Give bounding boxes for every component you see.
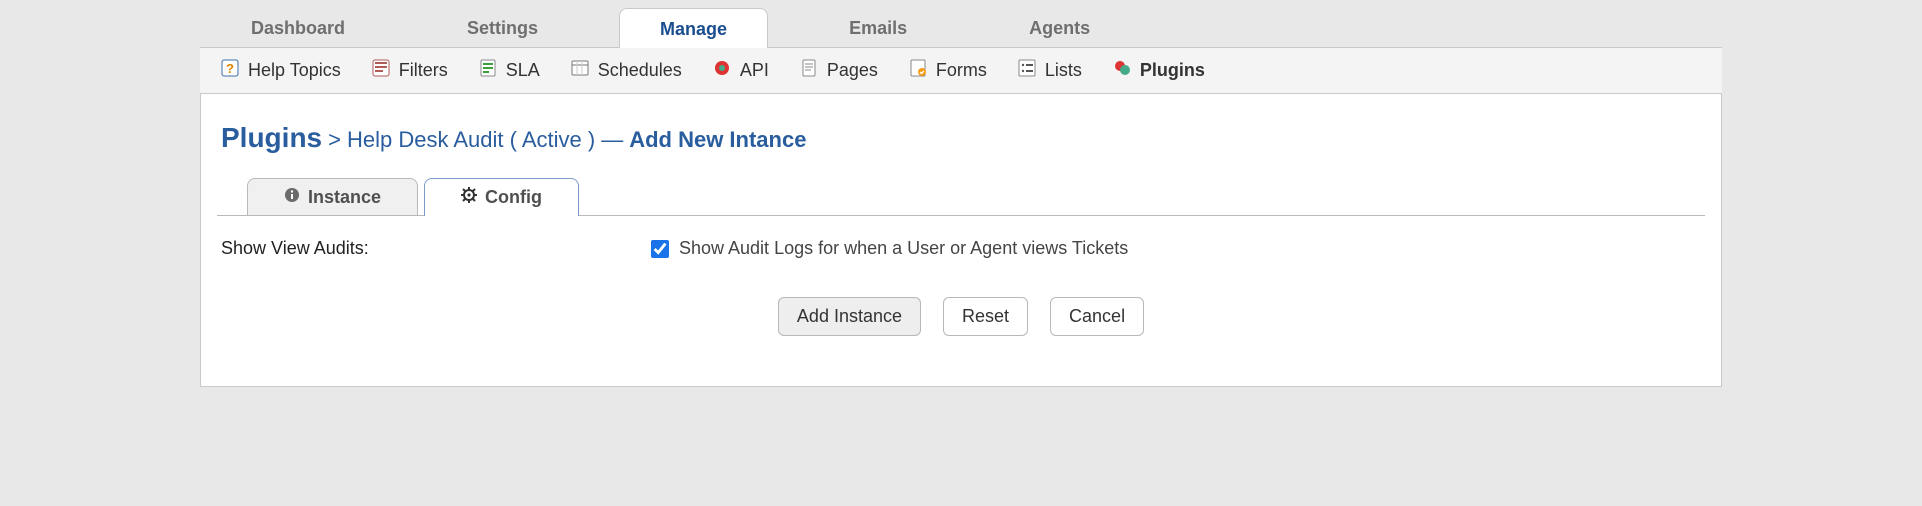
main-tab-label: Agents [1029, 18, 1090, 38]
main-nav: Dashboard Settings Manage Emails Agents [200, 0, 1722, 48]
sub-nav-label: Plugins [1140, 60, 1205, 81]
help-topics-icon: ? [220, 58, 240, 83]
breadcrumb: Plugins > Help Desk Audit ( Active ) — A… [221, 122, 1705, 154]
sub-nav-forms[interactable]: Forms [908, 58, 987, 83]
sub-nav-label: API [740, 60, 769, 81]
secondary-tab-label: Config [485, 187, 542, 208]
cancel-button[interactable]: Cancel [1050, 297, 1144, 336]
plugins-icon [1112, 58, 1132, 83]
main-tab-dashboard[interactable]: Dashboard [210, 7, 386, 47]
config-form: Show View Audits: Show Audit Logs for wh… [217, 216, 1705, 346]
breadcrumb-plugin-name[interactable]: Help Desk Audit ( Active ) [347, 127, 595, 153]
svg-text:?: ? [226, 61, 234, 76]
sub-nav-sla[interactable]: SLA [478, 58, 540, 83]
sub-nav-label: Lists [1045, 60, 1082, 81]
main-tab-label: Manage [660, 19, 727, 39]
sub-nav-help-topics[interactable]: ? Help Topics [220, 58, 341, 83]
secondary-tab-instance[interactable]: Instance [247, 178, 418, 216]
sub-nav-api[interactable]: API [712, 58, 769, 83]
info-icon [284, 187, 300, 208]
filters-icon [371, 58, 391, 83]
form-actions: Add Instance Reset Cancel [221, 297, 1701, 336]
sub-nav-lists[interactable]: Lists [1017, 58, 1082, 83]
sub-nav-filters[interactable]: Filters [371, 58, 448, 83]
pages-icon [799, 58, 819, 83]
reset-button[interactable]: Reset [943, 297, 1028, 336]
field-label: Show View Audits: [221, 238, 651, 259]
breadcrumb-dash: — [601, 127, 623, 153]
main-tab-label: Dashboard [251, 18, 345, 38]
form-row-show-view-audits: Show View Audits: Show Audit Logs for wh… [221, 238, 1701, 259]
sub-nav-label: Filters [399, 60, 448, 81]
schedules-icon [570, 58, 590, 83]
sub-nav-plugins[interactable]: Plugins [1112, 58, 1205, 83]
secondary-tab-label: Instance [308, 187, 381, 208]
sla-icon [478, 58, 498, 83]
breadcrumb-current: Add New Intance [629, 127, 806, 153]
show-view-audits-checkbox[interactable] [651, 240, 669, 258]
secondary-tab-config[interactable]: Config [424, 178, 579, 216]
content-area: Plugins > Help Desk Audit ( Active ) — A… [200, 94, 1722, 387]
main-tab-settings[interactable]: Settings [426, 7, 579, 47]
breadcrumb-root[interactable]: Plugins [221, 122, 322, 154]
sub-nav-pages[interactable]: Pages [799, 58, 878, 83]
breadcrumb-sep: > [328, 127, 341, 153]
sub-nav-label: SLA [506, 60, 540, 81]
main-tab-label: Emails [849, 18, 907, 38]
secondary-tabs: Instance Config [217, 178, 1705, 216]
sub-nav: ? Help Topics Filters SLA Schedules [200, 48, 1722, 94]
add-instance-button[interactable]: Add Instance [778, 297, 921, 336]
main-tab-manage[interactable]: Manage [619, 8, 768, 48]
app-window: Dashboard Settings Manage Emails Agents … [200, 0, 1722, 387]
main-tab-agents[interactable]: Agents [988, 7, 1131, 47]
sub-nav-label: Forms [936, 60, 987, 81]
main-tab-emails[interactable]: Emails [808, 7, 948, 47]
sub-nav-schedules[interactable]: Schedules [570, 58, 682, 83]
sub-nav-label: Schedules [598, 60, 682, 81]
sub-nav-label: Pages [827, 60, 878, 81]
field-description: Show Audit Logs for when a User or Agent… [679, 238, 1128, 259]
main-tab-label: Settings [467, 18, 538, 38]
sub-nav-label: Help Topics [248, 60, 341, 81]
api-icon [712, 58, 732, 83]
lists-icon [1017, 58, 1037, 83]
forms-icon [908, 58, 928, 83]
gear-icon [461, 187, 477, 208]
